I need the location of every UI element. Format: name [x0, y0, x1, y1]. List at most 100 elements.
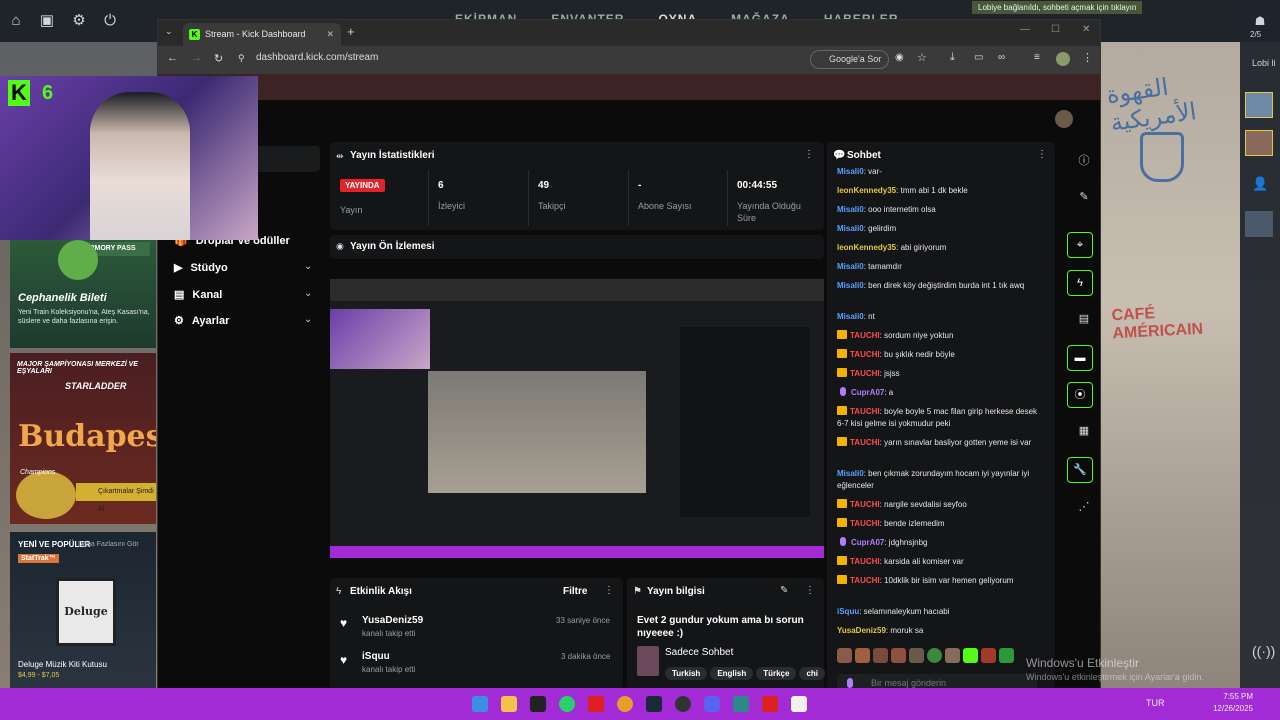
layout-icon[interactable]: ▦ [1071, 424, 1097, 444]
chat-username[interactable]: YusaDeniz59 [837, 626, 886, 634]
chat-action-icon[interactable]: ▬ [1067, 345, 1093, 371]
obs-icon[interactable] [675, 696, 691, 712]
media-player-icon[interactable] [762, 696, 778, 712]
tab-close-icon[interactable]: ✕ [326, 23, 334, 46]
tv-icon[interactable]: ▣ [38, 12, 56, 30]
home-icon[interactable]: ⌂ [7, 12, 25, 30]
emote[interactable] [873, 648, 888, 663]
sidebar-item-studio[interactable]: ▶ Stüdyo [174, 261, 228, 274]
download-icon[interactable]: ⤓ [950, 51, 955, 64]
sidebar-item-channel[interactable]: ▤ Kanal [174, 288, 222, 301]
stream-preview[interactable] [330, 279, 824, 558]
activity-user[interactable]: iSquu [362, 651, 390, 662]
emote[interactable] [999, 648, 1014, 663]
sidebar-item-settings[interactable]: ⚙ Ayarlar [174, 314, 229, 327]
clock-time[interactable]: 7:55 PM [1205, 692, 1253, 701]
discord-icon[interactable] [704, 696, 720, 712]
language-indicator[interactable]: TUR [1146, 698, 1165, 708]
url-field[interactable]: dashboard.kick.com/stream [256, 52, 378, 63]
browser-menu-icon[interactable]: ⋮ [1082, 51, 1093, 64]
new-tab-icon[interactable]: + [347, 24, 355, 39]
armory-pass-card[interactable]: ARMORY PASS Cephanelik Bileti Yeni Train… [10, 240, 156, 348]
share-icon[interactable]: ⋰ [1071, 500, 1097, 520]
chat-input[interactable]: Bir mesaj gönderin [837, 674, 1037, 689]
chat-username[interactable]: TAUCHI [850, 350, 880, 359]
category-name[interactable]: Sadece Sohbet [665, 647, 733, 658]
tag[interactable]: Türkçe [756, 667, 797, 680]
browser-tab[interactable]: K Stream - Kick Dashboard ✕ [183, 23, 341, 46]
chat-menu-icon[interactable]: ⋮ [1037, 149, 1047, 160]
broadcast-icon[interactable]: ((·)) [1252, 643, 1275, 659]
forward-icon[interactable]: → [191, 52, 202, 64]
chat-username[interactable]: TAUCHI [850, 519, 880, 528]
new-more[interactable]: Daha Fazlasını Gör [78, 541, 139, 548]
emote[interactable] [855, 648, 870, 663]
chat-username[interactable]: iSquu [837, 607, 859, 616]
edit-pencil-icon[interactable]: ✎ [780, 585, 788, 596]
friend-avatar[interactable] [1245, 211, 1273, 237]
broadcast-action-icon[interactable]: ⦿ [1067, 382, 1093, 408]
notes-icon[interactable]: ▤ [1071, 312, 1097, 332]
whatsapp-icon[interactable] [559, 696, 575, 712]
chat-username[interactable]: Misali0 [837, 312, 864, 321]
new-popular-card[interactable]: YENİ VE POPÜLER Daha Fazlasını Gör StatT… [10, 532, 156, 688]
chat-username[interactable]: Misali0 [837, 224, 864, 233]
reload-icon[interactable]: ↻ [214, 52, 223, 65]
emote[interactable] [909, 648, 924, 663]
chevron-down-icon[interactable]: ⌄ [304, 288, 312, 299]
activity-user[interactable]: YusaDeniz59 [362, 615, 423, 626]
major-card[interactable]: MAJOR ŞAMPİYONASI MERKEZİ VE EŞYALARI ST… [10, 353, 156, 524]
file-explorer-icon[interactable] [501, 696, 517, 712]
chat-username[interactable]: leonKennedy35 [837, 186, 896, 195]
emote[interactable] [927, 648, 942, 663]
lobby-banner[interactable]: Lobiye bağlanıldı, sohbeti açmak için tı… [972, 1, 1143, 14]
chat-username[interactable]: TAUCHI [850, 557, 880, 566]
tag[interactable]: English [710, 667, 754, 680]
activity-menu-icon[interactable]: ⋮ [604, 585, 614, 596]
minimize-icon[interactable]: — [1020, 24, 1030, 35]
link-icon[interactable]: ∞ [998, 52, 1005, 63]
scan-icon[interactable]: ⌖ [1067, 232, 1093, 258]
wrench-icon[interactable]: 🔧 [1067, 457, 1093, 483]
tag[interactable]: Turkish [665, 667, 708, 680]
emote[interactable] [945, 648, 960, 663]
tag[interactable]: chi [799, 667, 825, 680]
chat-username[interactable]: TAUCHI [850, 576, 880, 585]
chevron-down-icon[interactable]: ⌄ [304, 261, 312, 272]
clock-date[interactable]: 12/26/2025 [1205, 704, 1253, 713]
chat-username[interactable]: CuprA07 [851, 388, 884, 397]
person-icon[interactable]: 👤 [1252, 176, 1268, 192]
youtube-icon[interactable] [588, 696, 604, 712]
gear-icon[interactable]: ⚙ [70, 12, 88, 30]
chat-username[interactable]: leonKennedy35 [837, 243, 896, 252]
user-avatar[interactable] [1055, 110, 1073, 128]
site-info-icon[interactable]: ⚲ [238, 53, 245, 64]
pencil-icon[interactable]: ✎ [1071, 190, 1097, 210]
chat-username[interactable]: TAUCHI [850, 438, 880, 447]
chat-username[interactable]: Misali0 [837, 205, 864, 214]
chrome-icon[interactable] [617, 696, 633, 712]
app-icon[interactable] [733, 696, 749, 712]
google-ask-button[interactable]: Google'a Sor [810, 50, 890, 69]
chat-username[interactable]: Misali0 [837, 167, 864, 176]
steam-icon[interactable] [646, 696, 662, 712]
filter-button[interactable]: Filtre [563, 586, 587, 597]
bookmark-star-icon[interactable]: ☆ [917, 51, 927, 64]
start-icon[interactable] [472, 696, 488, 712]
chat-username[interactable]: Misali0 [837, 281, 864, 290]
chat-username[interactable]: Misali0 [837, 469, 864, 478]
emote[interactable] [963, 648, 978, 663]
profile-avatar[interactable] [1056, 52, 1070, 66]
power-icon[interactable]: ⏻ [101, 12, 119, 30]
info-menu-icon[interactable]: ⋮ [805, 585, 815, 596]
back-icon[interactable]: ← [167, 52, 178, 64]
emote[interactable] [891, 648, 906, 663]
media-icon[interactable]: ≡ [1034, 52, 1040, 63]
chat-username[interactable]: TAUCHI [850, 369, 880, 378]
chat-username[interactable]: TAUCHI [850, 331, 880, 340]
chat-username[interactable]: CuprA07 [851, 538, 884, 547]
app-icon[interactable] [530, 696, 546, 712]
chat-username[interactable]: TAUCHI [850, 500, 880, 509]
chevron-down-icon[interactable]: ⌄ [304, 314, 312, 325]
chat-username[interactable]: TAUCHI [850, 407, 880, 416]
